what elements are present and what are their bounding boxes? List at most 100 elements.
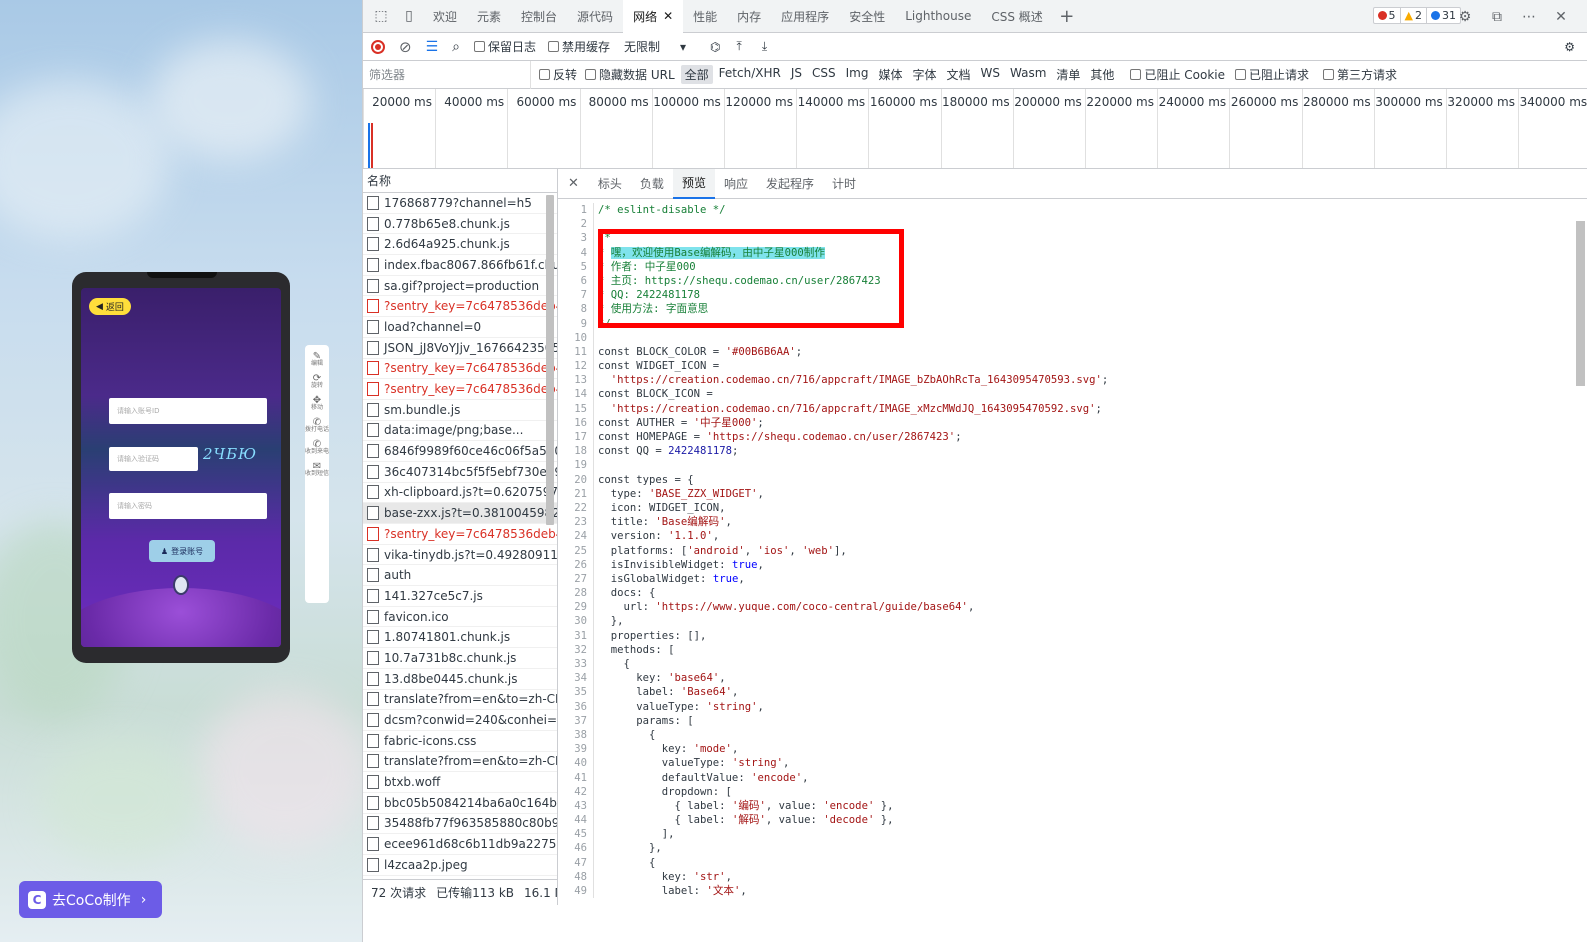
tab-5[interactable]: 性能 [683, 0, 727, 33]
request-row[interactable]: l4zcaa2p.jpeg [363, 855, 557, 876]
code-scrollbar[interactable] [1574, 203, 1586, 905]
hide-data-url-checkbox[interactable]: 隐藏数据 URL [585, 66, 675, 83]
request-row[interactable]: 141.327ce5c7.js [363, 586, 557, 607]
captcha-image[interactable]: 2ЧБЮ [203, 445, 267, 471]
request-row[interactable]: ?sentry_key=7c6478536deb43 [363, 359, 557, 380]
detail-tab-2[interactable]: 预览 [672, 168, 715, 199]
move-tool[interactable]: ✥ 移动 [311, 396, 323, 412]
request-row[interactable]: JSON_jJ8VoYJjv_16766423505 [363, 338, 557, 359]
settings-gear-icon[interactable]: ⚙ [1451, 3, 1479, 31]
filter-type-8[interactable]: WS [977, 65, 1004, 84]
blocked-cookies-checkbox[interactable]: 已阻止 Cookie [1130, 66, 1225, 83]
request-row[interactable]: 10.7a731b8c.chunk.js [363, 648, 557, 669]
request-row[interactable]: ?sentry_key=7c6478536deb43 [363, 296, 557, 318]
request-row[interactable]: auth [363, 565, 557, 587]
detail-tab-5[interactable]: 计时 [823, 169, 865, 199]
network-overview-timeline[interactable]: 20000 ms 40000 ms 60000 ms 80000 ms 100000 m… [363, 89, 1587, 169]
filter-type-5[interactable]: 媒体 [874, 65, 906, 84]
request-row[interactable]: xh-clipboard.js?t=0.62075977 [363, 483, 557, 504]
request-row[interactable]: 36c407314bc5f5f5ebf730e994 [363, 462, 557, 483]
filter-type-1[interactable]: Fetch/XHR [715, 65, 785, 84]
request-row[interactable]: bbc05b5084214ba6a0c164be [363, 793, 557, 814]
third-party-checkbox[interactable]: 第三方请求 [1323, 66, 1397, 83]
request-row[interactable]: translate?from=en&to=zh-CH [363, 690, 557, 711]
tab-3[interactable]: 源代码 [567, 0, 623, 33]
clear-icon[interactable]: ⊘ [399, 38, 412, 56]
download-har-icon[interactable]: ⤓ [762, 39, 767, 54]
device-toolbar-icon[interactable]: ▯ [395, 2, 423, 30]
request-row[interactable]: sm.bundle.js [363, 400, 557, 421]
filter-type-2[interactable]: JS [787, 65, 806, 84]
network-settings-gear-icon[interactable]: ⚙ [1564, 40, 1575, 54]
filter-type-6[interactable]: 字体 [908, 65, 940, 84]
upload-har-icon[interactable]: ⤒ [737, 39, 742, 54]
filter-type-3[interactable]: CSS [808, 65, 840, 84]
tab-7[interactable]: 应用程序 [771, 0, 839, 33]
request-row[interactable]: index.fbac8067.866fb61f.chun [363, 255, 557, 276]
request-row[interactable]: ?sentry_key=7c6478536deb43 [363, 379, 557, 400]
back-button[interactable]: ◀ 返回 [89, 298, 131, 315]
request-row[interactable]: ecee961d68c6b11db9a2275cf [363, 834, 557, 855]
disable-cache-checkbox[interactable]: 禁用缓存 [548, 38, 610, 55]
login-button[interactable]: ♟ 登录账号 [149, 540, 215, 562]
request-row[interactable]: fabric-icons.css [363, 731, 557, 752]
detail-tab-4[interactable]: 发起程序 [757, 169, 823, 199]
request-row[interactable]: btxb.woff [363, 772, 557, 793]
tab-2[interactable]: 控制台 [511, 0, 567, 33]
request-row[interactable]: 6846f9989f60ce46c06f5a5309 [363, 441, 557, 462]
account-input[interactable]: 请输入账号ID [109, 398, 267, 424]
filter-type-9[interactable]: Wasm [1006, 65, 1050, 84]
request-row[interactable]: 1.80741801.chunk.js [363, 627, 557, 649]
blocked-requests-checkbox[interactable]: 已阻止请求 [1234, 66, 1309, 83]
customize-icon[interactable]: ⧉ [1483, 3, 1511, 31]
tab-4[interactable]: 网络 ✕ [623, 0, 684, 33]
close-tab-icon[interactable]: ✕ [663, 9, 673, 23]
incoming-call-tool[interactable]: ✆ 收到来电 [305, 440, 329, 456]
verification-code-input[interactable]: 请输入验证码 [109, 447, 198, 471]
throttle-select[interactable]: 无限制 ▾ [624, 38, 694, 55]
request-row[interactable]: dcsm?conwid=240&conhei=3 [363, 710, 557, 731]
coco-make-button[interactable]: C 去CoCo制作 › [19, 881, 162, 918]
detail-tab-0[interactable]: 标头 [589, 169, 631, 199]
request-row[interactable]: load?channel=0 [363, 317, 557, 338]
request-row[interactable]: vika-tinydb.js?t=0.492809117 [363, 545, 557, 566]
invert-checkbox[interactable]: 反转 [539, 66, 577, 83]
edit-tool[interactable]: ✎ 编辑 [311, 352, 323, 368]
more-tabs-plus-icon[interactable]: + [1053, 2, 1081, 30]
request-row[interactable]: 176868779?channel=h5 [363, 193, 557, 214]
rotate-tool[interactable]: ⟳ 旋转 [311, 374, 323, 390]
filter-icon[interactable]: ☰ [426, 39, 439, 55]
name-column-header[interactable]: 名称 [363, 169, 557, 193]
request-row[interactable]: sa.gif?project=production [363, 276, 557, 297]
close-detail-icon[interactable]: ✕ [558, 176, 589, 191]
tab-8[interactable]: 安全性 [839, 0, 895, 33]
request-row[interactable]: 0.778b65e8.chunk.js [363, 214, 557, 235]
filter-type-4[interactable]: Img [842, 65, 873, 84]
detail-tab-1[interactable]: 负载 [631, 169, 673, 199]
filter-type-11[interactable]: 其他 [1086, 65, 1118, 84]
request-row[interactable]: base-zxx.js?t=0.38100459820 [363, 503, 557, 524]
tab-9[interactable]: Lighthouse [895, 0, 981, 33]
request-row[interactable]: 13.d8be0445.chunk.js [363, 669, 557, 690]
inspect-element-icon[interactable]: ⬚ [367, 2, 395, 30]
filter-type-7[interactable]: 文档 [943, 65, 975, 84]
scrollbar-thumb[interactable] [546, 195, 554, 525]
request-row[interactable]: translate?from=en&to=zh-CH [363, 752, 557, 773]
issue-counters[interactable]: 5 ▲ 2 31 [1372, 7, 1461, 24]
request-row[interactable]: 2.6d64a925.chunk.js [363, 234, 557, 256]
request-row[interactable]: favicon.ico [363, 607, 557, 628]
network-conditions-icon[interactable]: ⌬ [710, 40, 720, 54]
record-button-icon[interactable] [371, 39, 385, 54]
request-row[interactable]: ?sentry_key=7c6478536deb43 [363, 524, 557, 545]
more-options-icon[interactable]: ⋯ [1515, 3, 1543, 31]
tab-10[interactable]: CSS 概述 [981, 0, 1052, 33]
password-input[interactable]: 请输入密码 [109, 493, 267, 519]
preserve-log-checkbox[interactable]: 保留日志 [473, 38, 536, 55]
sms-tool[interactable]: ✉ 收到短信 [305, 462, 329, 478]
call-tool[interactable]: ✆ 拨打电话 [305, 418, 329, 434]
detail-tab-3[interactable]: 响应 [715, 169, 757, 199]
tab-0[interactable]: 欢迎 [423, 0, 467, 33]
search-icon[interactable]: ⌕ [452, 39, 460, 55]
filter-type-0[interactable]: 全部 [680, 65, 713, 84]
tab-1[interactable]: 元素 [467, 0, 511, 33]
